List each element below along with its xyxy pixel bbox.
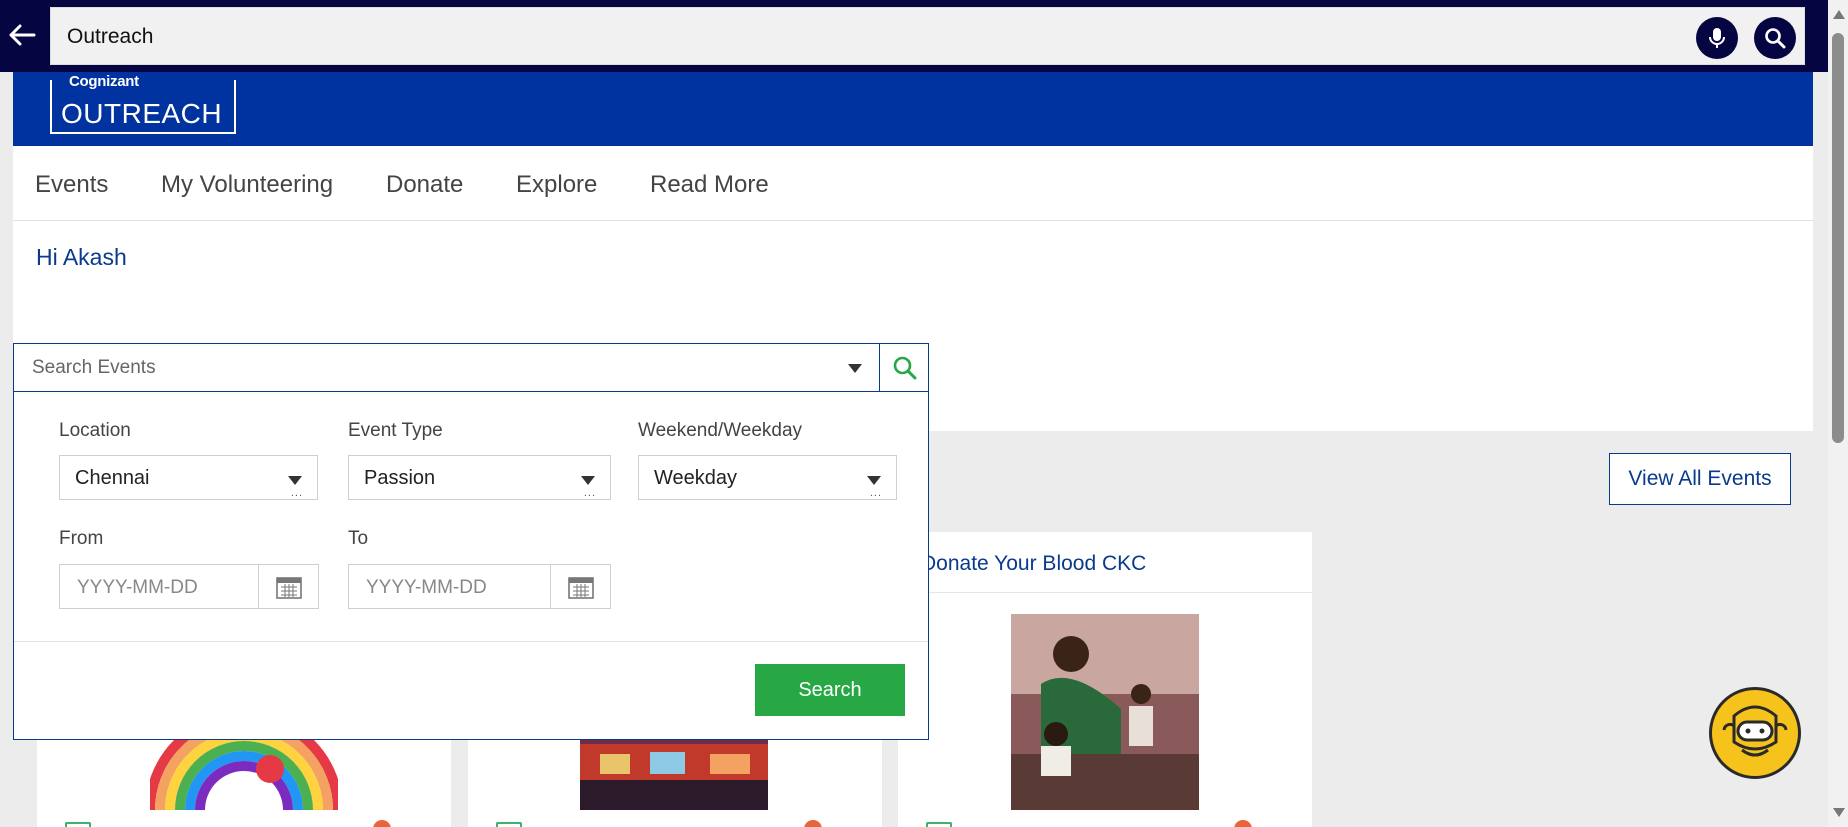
- from-label: From: [59, 528, 104, 549]
- scrollbar-thumb[interactable]: [1832, 33, 1844, 443]
- nav-events[interactable]: Events: [35, 171, 108, 199]
- logo-cognizant-text: Cognizant: [64, 73, 144, 90]
- from-date-placeholder: YYYY-MM-DD: [77, 577, 198, 598]
- nav-read-more[interactable]: Read More: [650, 171, 769, 199]
- event-search-bar[interactable]: Search Events: [13, 343, 929, 392]
- chatbot-icon[interactable]: [1709, 687, 1801, 779]
- location-value: Chennai: [75, 467, 150, 489]
- scroll-up-arrow-icon[interactable]: [1833, 10, 1845, 19]
- week-select[interactable]: Weekday ...: [638, 455, 897, 500]
- week-label: Weekend/Weekday: [638, 420, 803, 441]
- event-search-panel: Search Events Location Chennai ... Event…: [13, 343, 929, 740]
- search-icon[interactable]: [1754, 17, 1796, 59]
- scroll-down-arrow-icon[interactable]: [1833, 808, 1845, 817]
- cognizant-outreach-logo[interactable]: Cognizant OUTREACH: [50, 73, 236, 134]
- calendar-icon: [496, 822, 522, 827]
- more-dots-icon: ...: [583, 487, 596, 499]
- browser-search-value: Outreach: [67, 25, 154, 48]
- calendar-icon: [65, 822, 91, 827]
- event-search-button[interactable]: [879, 344, 929, 391]
- location-label: Location: [59, 420, 131, 441]
- panel-divider: [14, 641, 928, 642]
- card-divider: [898, 592, 1312, 593]
- search-submit-button[interactable]: Search: [755, 664, 905, 716]
- chevron-down-icon: [288, 476, 302, 485]
- search-icon: [893, 356, 916, 379]
- microphone-icon[interactable]: [1696, 17, 1738, 59]
- event-card-title[interactable]: Donate Your Blood CKC: [921, 552, 1146, 576]
- event-card[interactable]: Donate Your Blood CKC: [898, 532, 1312, 827]
- event-type-label: Event Type: [348, 420, 443, 441]
- chevron-down-icon[interactable]: [848, 364, 862, 373]
- location-select[interactable]: Chennai ...: [59, 455, 318, 500]
- chevron-down-icon: [581, 476, 595, 485]
- to-date-placeholder: YYYY-MM-DD: [366, 577, 487, 598]
- greeting-text: Hi Akash: [36, 244, 127, 270]
- brand-header: Cognizant OUTREACH: [13, 72, 1813, 146]
- event-type-value: Passion: [364, 467, 436, 489]
- nav-my-volunteering[interactable]: My Volunteering: [161, 171, 333, 199]
- view-all-events-button[interactable]: View All Events: [1609, 453, 1791, 505]
- page-scrollbar[interactable]: [1828, 0, 1848, 827]
- event-type-select[interactable]: Passion ...: [348, 455, 611, 500]
- status-dot-icon: [1234, 820, 1252, 827]
- top-search-bar: Outreach: [0, 0, 1835, 72]
- nav-explore[interactable]: Explore: [516, 171, 597, 199]
- nav-donate[interactable]: Donate: [386, 171, 463, 199]
- to-label: To: [348, 528, 369, 549]
- logo-outreach-text: OUTREACH: [61, 98, 223, 129]
- from-date-field[interactable]: YYYY-MM-DD: [59, 564, 319, 609]
- status-dot-icon: [373, 820, 391, 827]
- event-image: [1011, 614, 1199, 810]
- calendar-icon: [926, 822, 952, 827]
- calendar-icon[interactable]: [550, 565, 610, 608]
- status-dot-icon: [804, 820, 822, 827]
- browser-search-input[interactable]: Outreach: [50, 7, 1805, 65]
- filter-panel: Location Chennai ... Event Type Passion …: [13, 392, 929, 740]
- calendar-icon[interactable]: [258, 565, 318, 608]
- more-dots-icon: ...: [869, 487, 882, 499]
- back-arrow-icon[interactable]: [6, 17, 38, 53]
- more-dots-icon: ...: [290, 487, 303, 499]
- to-date-field[interactable]: YYYY-MM-DD: [348, 564, 611, 609]
- chevron-down-icon: [867, 476, 881, 485]
- event-search-input[interactable]: Search Events: [32, 357, 156, 379]
- week-value: Weekday: [654, 467, 738, 489]
- main-nav: Events My Volunteering Donate Explore Re…: [13, 146, 1813, 221]
